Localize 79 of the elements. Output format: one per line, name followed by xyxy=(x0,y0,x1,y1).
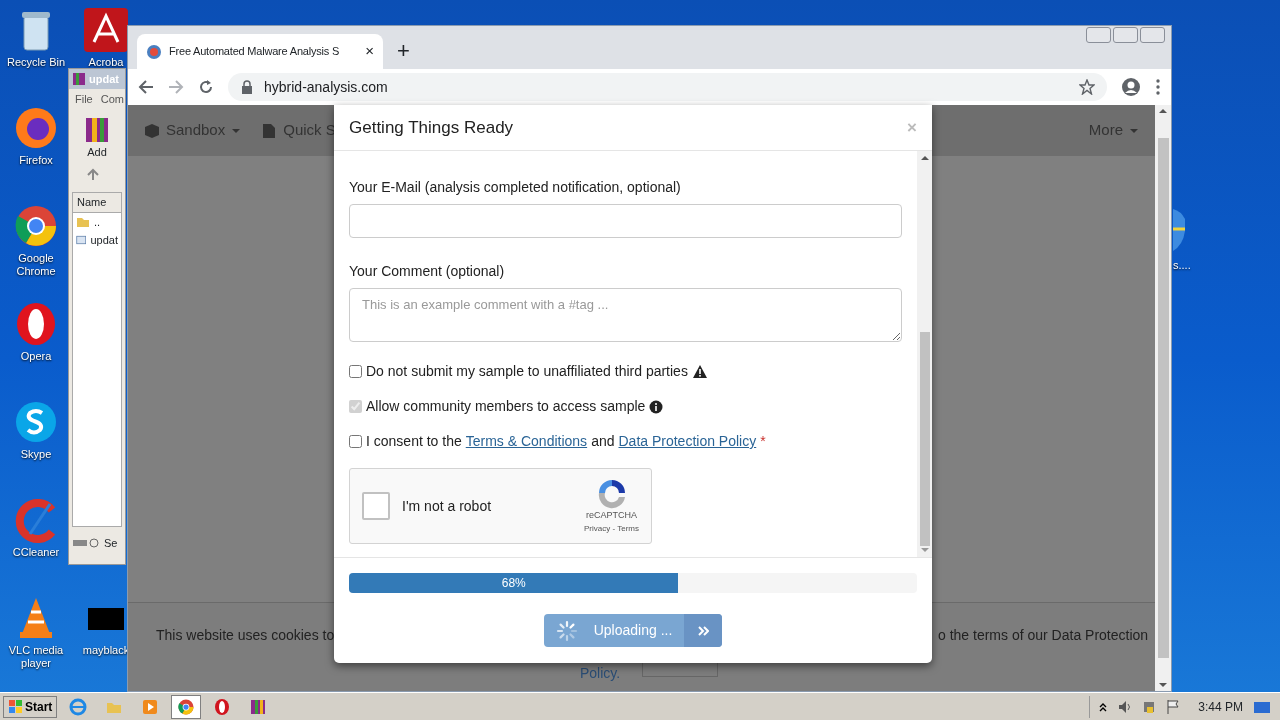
checkbox[interactable] xyxy=(349,435,362,448)
comment-field[interactable]: This is an example comment with a #tag ... xyxy=(349,288,902,342)
scrollbar[interactable] xyxy=(1155,105,1171,691)
icon-label: Firefox xyxy=(19,154,53,167)
menu-item[interactable]: Com xyxy=(100,91,124,108)
start-button[interactable]: Start xyxy=(3,695,58,718)
scroll-up-icon[interactable] xyxy=(919,154,930,162)
checkbox-label: and xyxy=(591,432,615,451)
site-icon xyxy=(146,43,162,60)
browser-tab[interactable]: Free Automated Malware Analysis S × xyxy=(137,34,383,69)
back-icon[interactable] xyxy=(138,79,154,95)
file-name[interactable]: updat xyxy=(90,232,118,249)
text-link[interactable]: Data Protection Policy xyxy=(618,431,757,452)
opera-icon xyxy=(213,697,232,716)
new-tab-button[interactable]: + xyxy=(397,34,410,67)
menu-item[interactable]: File xyxy=(75,91,93,108)
window-title: updat xyxy=(89,71,119,87)
scroll-down-icon[interactable] xyxy=(1158,681,1168,689)
text-link[interactable]: Terms & Conditions xyxy=(465,431,588,452)
captcha-brand: reCAPTCHA xyxy=(586,509,637,523)
captcha-checkbox[interactable] xyxy=(362,492,390,520)
address-bar[interactable]: hybrid-analysis.com xyxy=(228,73,1107,101)
dialog-title: Getting Things Ready xyxy=(349,116,514,139)
icon-label: CCleaner xyxy=(12,546,60,559)
icon-label: Opera xyxy=(20,350,52,363)
scrollbar[interactable] xyxy=(917,151,932,557)
cookie-text: This website uses cookies to xyxy=(156,626,335,645)
checkbox-label: Allow community members to access sample xyxy=(366,397,646,416)
close-tab-button[interactable]: × xyxy=(365,40,374,63)
icon-label: Recycle Bin xyxy=(6,56,66,69)
caret-icon xyxy=(231,126,242,135)
scroll-up-icon[interactable] xyxy=(1158,107,1168,115)
icon-label: Skype xyxy=(20,448,52,461)
captcha-label: I'm not a robot xyxy=(402,496,493,516)
reload-icon[interactable] xyxy=(198,79,214,95)
menu-icon[interactable] xyxy=(1155,78,1161,96)
maximize-button[interactable] xyxy=(1113,27,1138,43)
drive-key-icon xyxy=(72,536,100,551)
checkbox-label: Do not submit my sample to unaffiliated third parties xyxy=(366,362,688,381)
captcha-links[interactable]: Privacy - Terms xyxy=(584,522,639,535)
windows-logo-icon xyxy=(8,699,23,714)
minimize-button[interactable] xyxy=(1086,27,1111,43)
pdf-app-icon[interactable] xyxy=(82,6,130,54)
icon-label: s.... xyxy=(1173,258,1191,273)
double-chevron-icon xyxy=(697,625,709,636)
progress-fill: 68% xyxy=(349,573,679,593)
field-label: Your Comment (optional) xyxy=(349,262,506,281)
taskbar-app[interactable] xyxy=(171,694,202,719)
info-icon xyxy=(649,399,664,414)
file-name[interactable]: .. xyxy=(94,213,101,230)
warning-icon xyxy=(691,364,708,379)
play-icon xyxy=(141,697,160,716)
caret-icon xyxy=(1129,126,1139,135)
chrome-icon xyxy=(177,697,196,716)
account-icon[interactable] xyxy=(1121,77,1141,97)
checkbox-label: I consent to the xyxy=(366,432,462,451)
archive-icon xyxy=(72,72,86,86)
spinner-icon xyxy=(555,619,578,642)
lock-icon xyxy=(240,80,254,94)
flag-icon[interactable] xyxy=(1166,698,1181,715)
file-icon xyxy=(261,122,278,139)
icon-label: Google Chrome xyxy=(15,252,57,278)
cookie-text: o the terms of our Data Protection xyxy=(938,626,1149,645)
icon-label: mayblack xyxy=(82,644,130,657)
icon-label: VLC media player xyxy=(7,644,65,670)
field-label: Your E-Mail (analysis completed notification, optional) xyxy=(349,178,682,197)
archive-icon xyxy=(249,697,268,716)
column-header[interactable]: Name xyxy=(73,193,121,213)
required-mark: * xyxy=(760,432,766,451)
add-button[interactable]: Add xyxy=(72,113,122,162)
icon-label: Acroba xyxy=(88,56,124,69)
close-button[interactable] xyxy=(1140,27,1165,43)
star-icon[interactable] xyxy=(1079,79,1095,95)
cube-icon xyxy=(144,122,160,139)
browser-e-icon xyxy=(69,697,88,716)
status-text: Se xyxy=(104,536,118,551)
email-field[interactable] xyxy=(349,204,902,238)
clock: 3:44 PM xyxy=(1198,698,1243,716)
checkbox[interactable] xyxy=(349,365,362,378)
